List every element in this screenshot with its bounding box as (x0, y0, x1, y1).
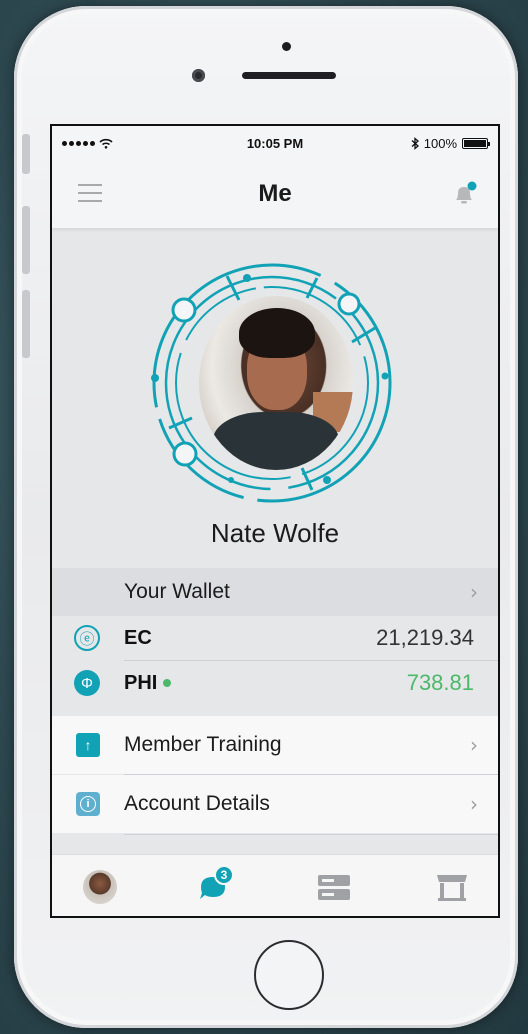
page-title: Me (258, 180, 292, 207)
coin-value: 21,219.34 (376, 625, 474, 650)
chevron-right-icon: › (470, 792, 478, 816)
coin-value: 738.81 (406, 670, 474, 695)
nav-bar: Me (52, 160, 498, 228)
row-divider (124, 834, 498, 835)
coin-label: PHI (124, 672, 172, 695)
wallet-header-label: Your Wallet (124, 580, 230, 603)
bell-icon[interactable] (450, 180, 478, 208)
notification-dot (467, 181, 477, 191)
wifi-icon (99, 138, 113, 149)
menu-item-label: Account Details (124, 792, 270, 815)
earpiece-speaker (242, 72, 336, 79)
unread-badge: 3 (214, 865, 234, 885)
app-screen: 10:05 PM 100% Me Nate Wolfe Your Wallet … (50, 124, 500, 918)
bluetooth-icon (411, 136, 419, 150)
volume-up-button (22, 206, 30, 274)
proximity-sensor (282, 42, 291, 51)
user-name: Nate Wolfe (210, 518, 340, 548)
store-icon (437, 875, 467, 901)
coin-row-ec[interactable]: ⓔ EC 21,219.34 (52, 616, 498, 660)
tab-profile[interactable] (80, 867, 120, 907)
ec-coin-icon: ⓔ (74, 625, 100, 651)
coin-row-phi[interactable]: Φ PHI 738.81 (52, 661, 498, 705)
home-button[interactable] (254, 940, 324, 1010)
coin-label: EC (124, 626, 152, 649)
online-status-dot (163, 679, 172, 687)
info-icon: i (76, 792, 100, 816)
battery-fill (464, 139, 486, 147)
avatar (83, 870, 117, 904)
tab-feed[interactable] (314, 867, 354, 907)
list-icon (318, 875, 350, 900)
status-bar: 10:05 PM 100% (52, 126, 498, 160)
phi-coin-icon: Φ (74, 670, 100, 696)
battery-percentage: 100% (423, 135, 457, 151)
menu-item-account-details[interactable]: i Account Details › (52, 775, 498, 833)
profile-avatar[interactable] (199, 296, 353, 470)
wallet-header-row[interactable]: Your Wallet › (52, 568, 498, 616)
menu-item-label: Member Training (124, 733, 282, 756)
chevron-right-icon: › (470, 733, 478, 757)
volume-down-button (22, 290, 30, 358)
battery-icon (462, 137, 490, 149)
mute-switch (22, 134, 30, 174)
chevron-right-icon: › (470, 580, 478, 604)
signal-strength-icon (62, 140, 95, 146)
menu-item-member-training[interactable]: ↑ Member Training › (52, 716, 498, 774)
tab-bar: 3 (52, 854, 498, 916)
tab-messages[interactable]: 3 (194, 865, 234, 907)
front-camera (192, 69, 205, 82)
upload-arrow-icon: ↑ (76, 733, 100, 757)
tab-market[interactable] (432, 867, 472, 907)
